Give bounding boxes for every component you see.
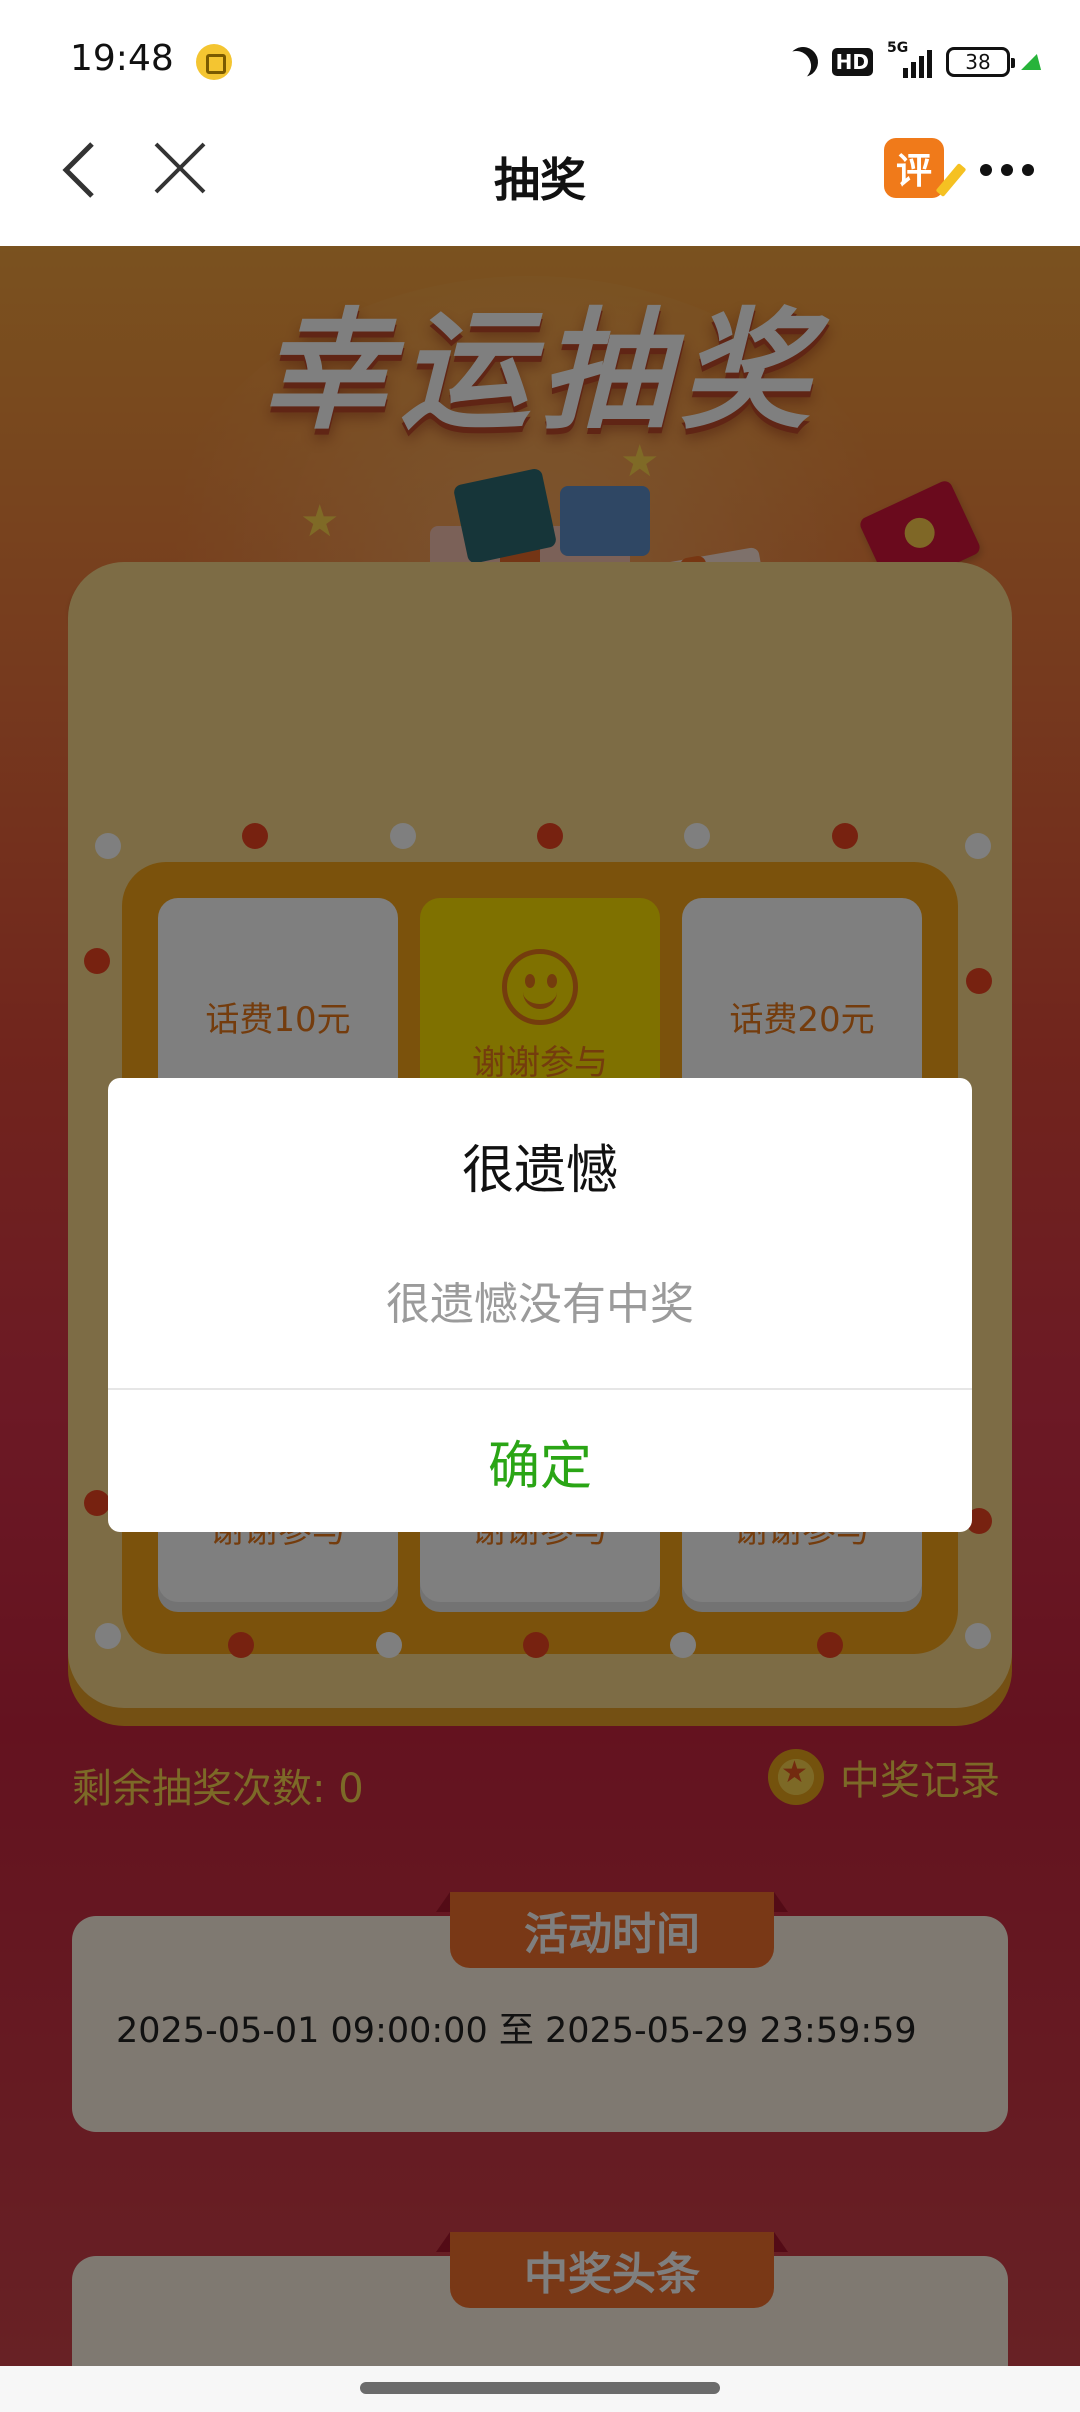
home-gesture-bar[interactable]	[360, 2382, 720, 2394]
do-not-disturb-icon	[782, 42, 823, 83]
hd-icon: HD	[831, 48, 873, 76]
status-indicators: HD 5G 38	[788, 40, 1047, 82]
status-time: 19:48	[70, 38, 174, 79]
network-type-label: 5G	[887, 40, 909, 56]
confirm-button[interactable]: 确定	[108, 1390, 972, 1532]
dialog-title: 很遗憾	[461, 1141, 618, 1201]
app-notification-icon	[196, 44, 232, 80]
more-menu-icon[interactable]	[980, 164, 1034, 176]
result-dialog: 很遗憾 很遗憾没有中奖 确定	[108, 1078, 972, 1532]
signal-icon: 5G	[887, 40, 932, 78]
status-bar: 19:48 HD 5G 38	[0, 0, 1080, 120]
review-icon[interactable]: 评	[884, 138, 944, 198]
battery-icon: 38	[946, 47, 1015, 77]
charging-icon	[1021, 54, 1047, 70]
dialog-message: 很遗憾没有中奖	[386, 1279, 694, 1330]
